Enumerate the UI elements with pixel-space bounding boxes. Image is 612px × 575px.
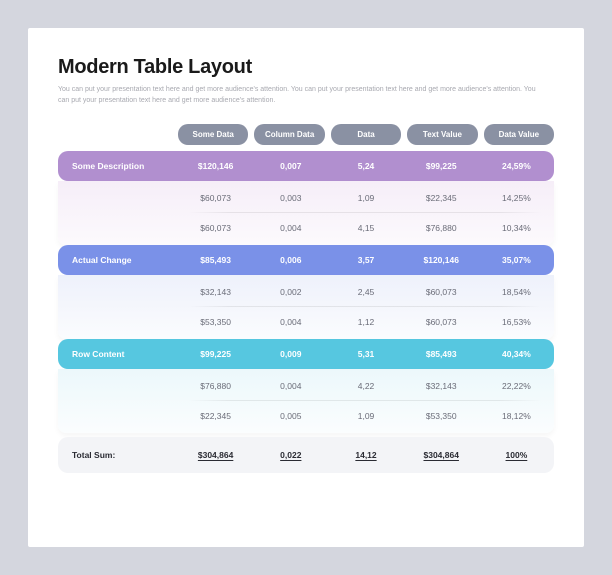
cell: 0,009 [253, 349, 328, 359]
cell: 22,22% [479, 381, 554, 391]
cell: $60,073 [178, 223, 253, 233]
cell: 40,34% [479, 349, 554, 359]
cell: 2,45 [328, 287, 403, 297]
cell: $22,345 [404, 193, 479, 203]
column-header: Column Data [254, 124, 324, 145]
cell: 5,24 [328, 161, 403, 171]
cell: $60,073 [178, 193, 253, 203]
cell: 10,34% [479, 223, 554, 233]
cell: $99,225 [404, 161, 479, 171]
cell: 1,09 [328, 411, 403, 421]
cell: 24,59% [479, 161, 554, 171]
cell: $120,146 [178, 161, 253, 171]
group-header-row: Row Content $99,225 0,009 5,31 $85,493 4… [58, 339, 554, 369]
cell: $32,143 [404, 381, 479, 391]
cell: $60,073 [404, 287, 479, 297]
cell: $120,146 [404, 255, 479, 265]
table-row: . $53,350 0,004 1,12 $60,073 16,53% [58, 307, 554, 337]
group-label: Row Content [58, 349, 178, 359]
total-cell: 14,12 [328, 450, 403, 460]
cell: 0,004 [253, 317, 328, 327]
column-header: Text Value [407, 124, 477, 145]
page-title: Modern Table Layout [58, 56, 554, 79]
cell: 4,15 [328, 223, 403, 233]
cell: 0,003 [253, 193, 328, 203]
cell: $60,073 [404, 317, 479, 327]
cell: $76,880 [404, 223, 479, 233]
group-some-description: Some Description $120,146 0,007 5,24 $99… [58, 151, 554, 245]
total-label: Total Sum: [58, 450, 178, 460]
total-cell: $304,864 [178, 450, 253, 460]
cell: 18,54% [479, 287, 554, 297]
group-header-row: Some Description $120,146 0,007 5,24 $99… [58, 151, 554, 181]
cell: 18,12% [479, 411, 554, 421]
cell: 0,007 [253, 161, 328, 171]
group-label: Some Description [58, 161, 178, 171]
cell: $85,493 [178, 255, 253, 265]
table-header-row: Some Data Column Data Data Text Value Da… [58, 124, 554, 145]
cell: 1,09 [328, 193, 403, 203]
cell: $53,350 [178, 317, 253, 327]
cell: $76,880 [178, 381, 253, 391]
page-subtitle: You can put your presentation text here … [58, 85, 538, 106]
table-row: . $60,073 0,004 4,15 $76,880 10,34% [58, 213, 554, 243]
group-label: Actual Change [58, 255, 178, 265]
cell: $53,350 [404, 411, 479, 421]
cell: $22,345 [178, 411, 253, 421]
cell: 35,07% [479, 255, 554, 265]
table-row: . $22,345 0,005 1,09 $53,350 18,12% [58, 401, 554, 431]
cell: 0,004 [253, 223, 328, 233]
table-row: . $32,143 0,002 2,45 $60,073 18,54% [58, 277, 554, 307]
cell: 0,005 [253, 411, 328, 421]
column-header: Data Value [484, 124, 554, 145]
total-cell: 0,022 [253, 450, 328, 460]
cell: $99,225 [178, 349, 253, 359]
table-row: . $60,073 0,003 1,09 $22,345 14,25% [58, 183, 554, 213]
cell: 14,25% [479, 193, 554, 203]
cell: $32,143 [178, 287, 253, 297]
cell: 1,12 [328, 317, 403, 327]
cell: 0,006 [253, 255, 328, 265]
cell: 3,57 [328, 255, 403, 265]
total-cell: 100% [479, 450, 554, 460]
cell: 5,31 [328, 349, 403, 359]
table-row: . $76,880 0,004 4,22 $32,143 22,22% [58, 371, 554, 401]
group-row-content: Row Content $99,225 0,009 5,31 $85,493 4… [58, 339, 554, 433]
total-cell: $304,864 [404, 450, 479, 460]
cell: 16,53% [479, 317, 554, 327]
group-actual-change: Actual Change $85,493 0,006 3,57 $120,14… [58, 245, 554, 339]
data-table: Some Data Column Data Data Text Value Da… [58, 124, 554, 473]
group-header-row: Actual Change $85,493 0,006 3,57 $120,14… [58, 245, 554, 275]
cell: $85,493 [404, 349, 479, 359]
cell: 0,004 [253, 381, 328, 391]
total-row: Total Sum: $304,864 0,022 14,12 $304,864… [58, 437, 554, 473]
column-header: Data [331, 124, 401, 145]
column-header: Some Data [178, 124, 248, 145]
layout-card: Modern Table Layout You can put your pre… [28, 28, 584, 547]
cell: 4,22 [328, 381, 403, 391]
cell: 0,002 [253, 287, 328, 297]
